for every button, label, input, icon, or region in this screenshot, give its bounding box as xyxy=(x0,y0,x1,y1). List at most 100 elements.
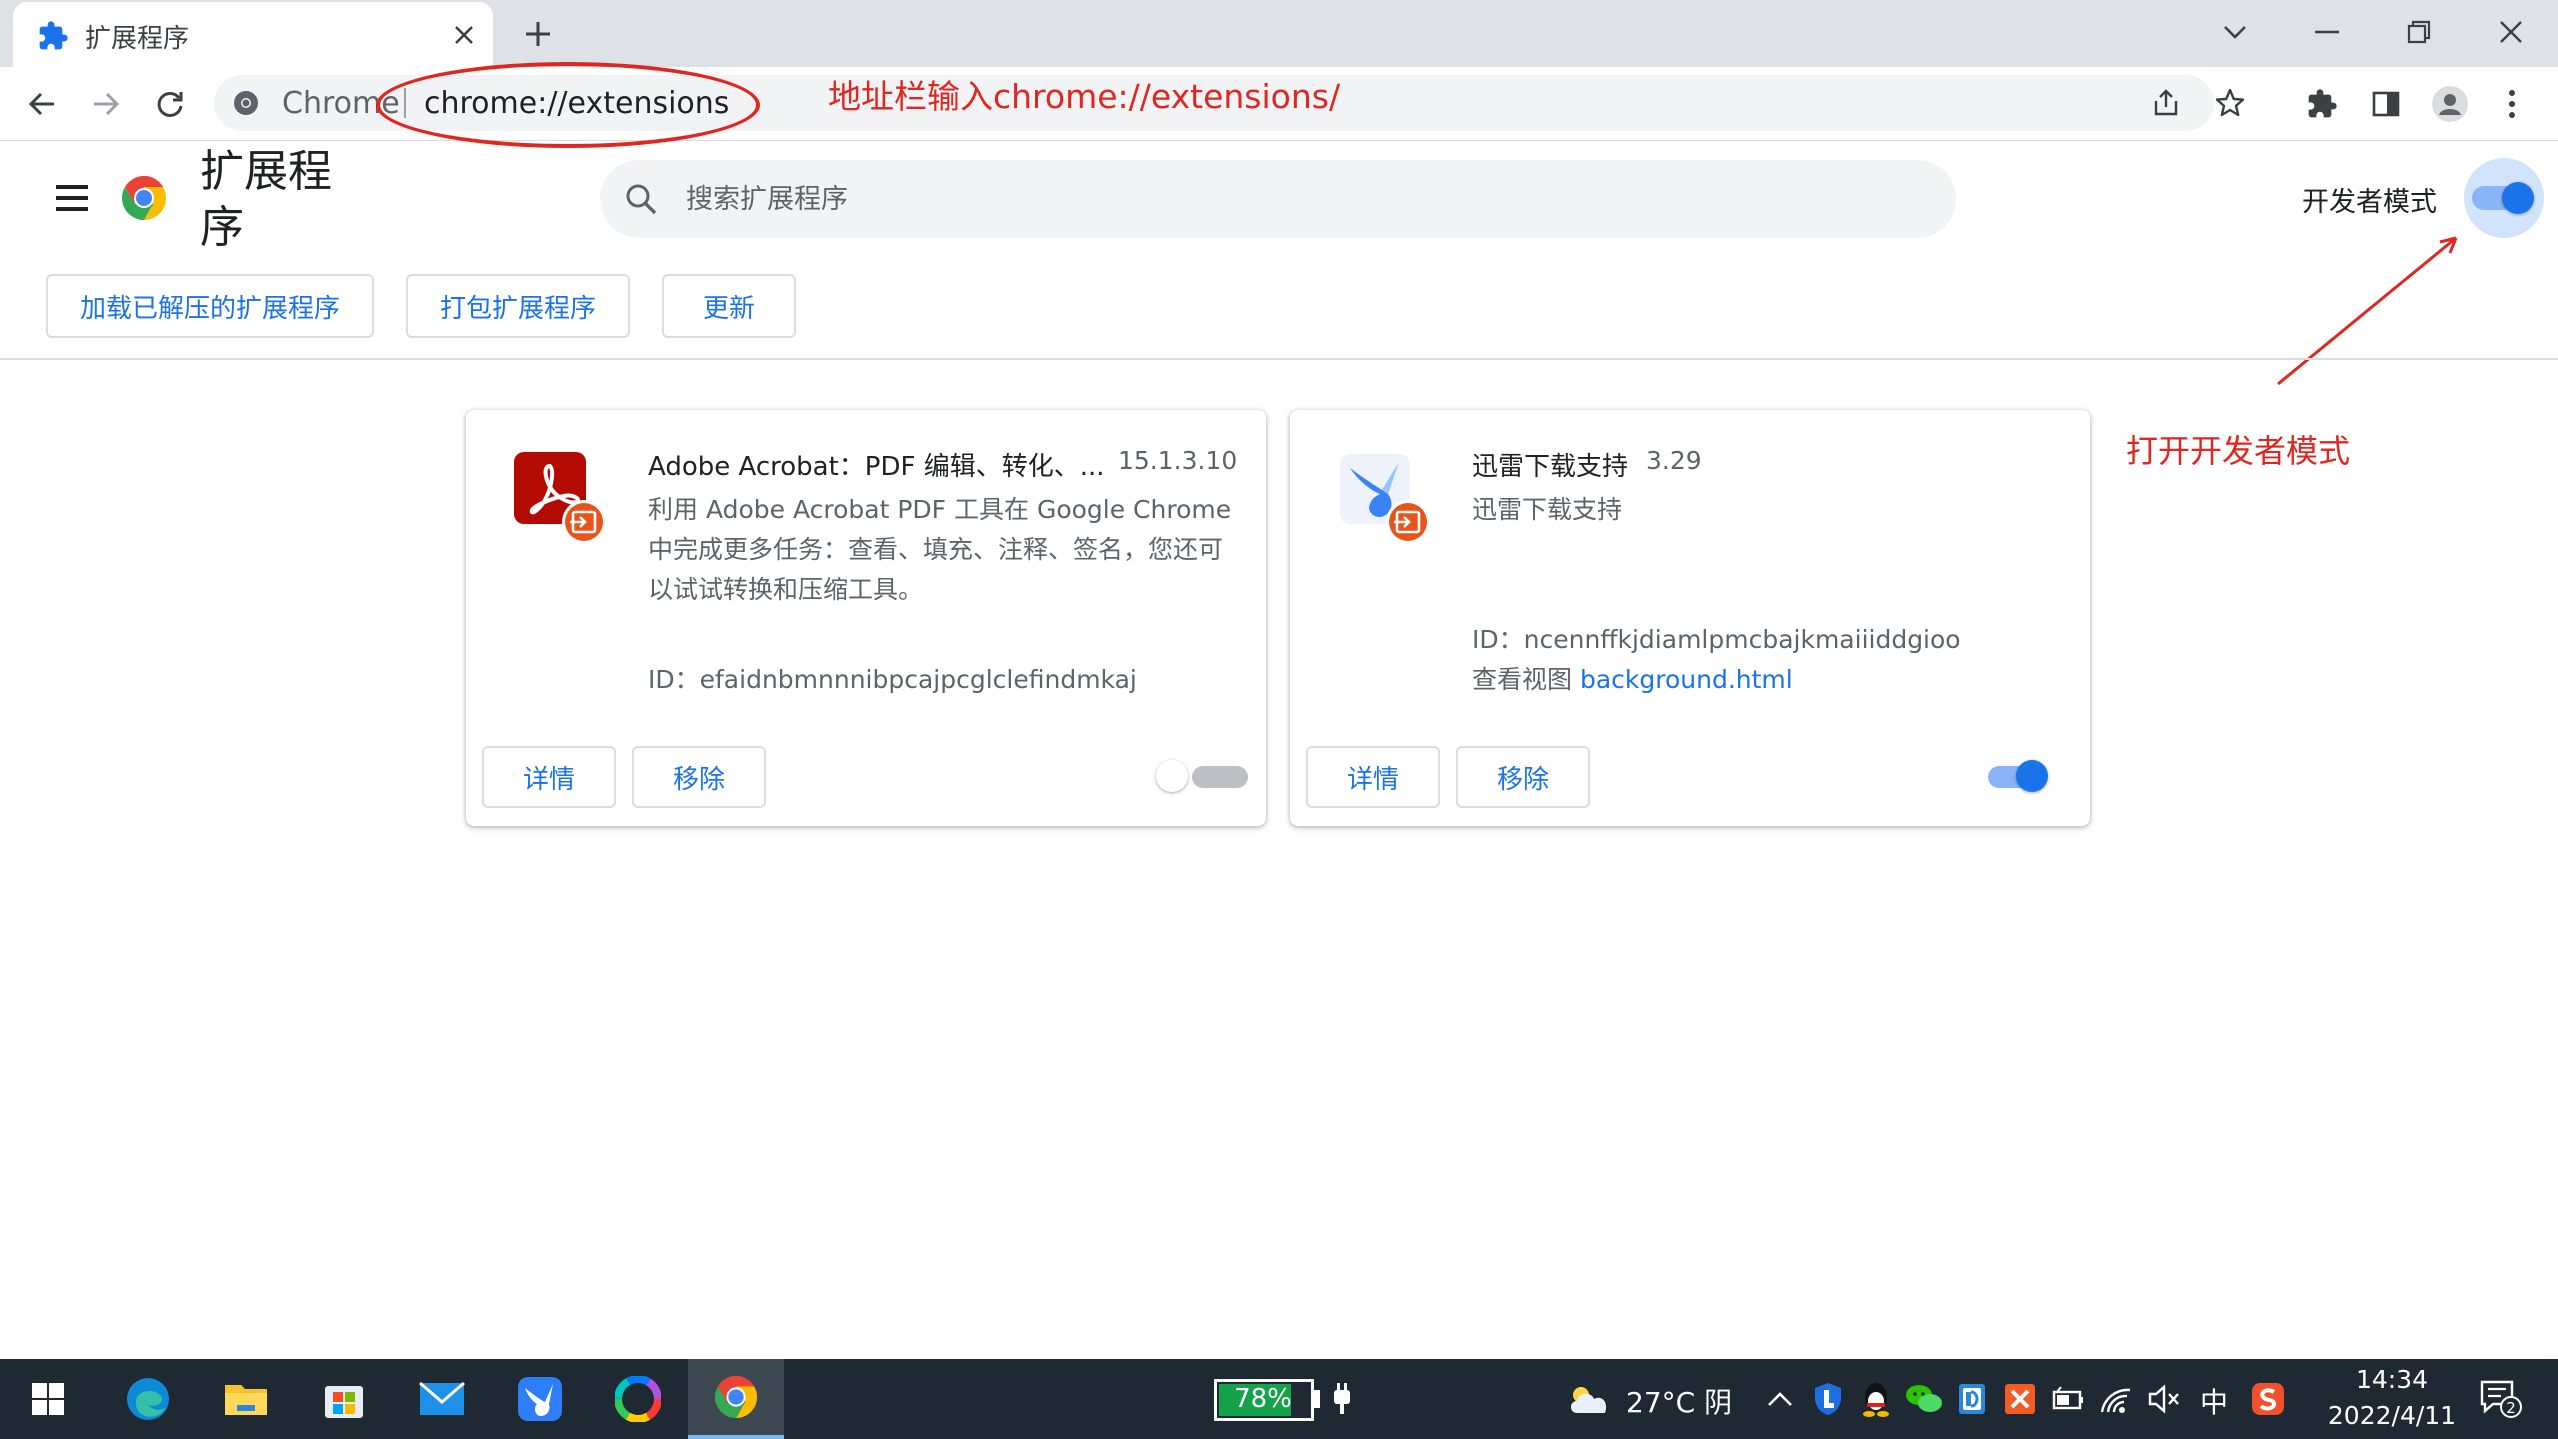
xunlei-bird-icon xyxy=(1340,454,1430,544)
tab-search-button[interactable] xyxy=(2190,6,2280,58)
acrobat-icon xyxy=(514,452,606,544)
taskbar-edge[interactable] xyxy=(100,1359,196,1439)
extension-description: 利用 Adobe Acrobat PDF 工具在 Google Chrome 中… xyxy=(648,495,1232,604)
load-unpacked-button[interactable]: 加载已解压的扩展程序 xyxy=(46,274,374,338)
extension-name: Adobe Acrobat：PDF 编辑、转化、... xyxy=(648,452,1105,482)
side-panel-icon xyxy=(2372,91,2400,117)
tray-xmind-icon[interactable] xyxy=(2000,1379,2040,1419)
side-panel-button[interactable] xyxy=(2362,80,2410,128)
mail-icon xyxy=(419,1382,465,1415)
plus-icon xyxy=(526,22,550,46)
tray-power-icon[interactable] xyxy=(2048,1379,2088,1419)
start-button[interactable] xyxy=(0,1359,96,1439)
taskbar-color-app[interactable] xyxy=(590,1359,686,1439)
extension-id: ID：efaidnbmnnnibpcajpcglclefindmkaj xyxy=(648,665,1137,694)
search-input[interactable] xyxy=(686,160,1886,238)
tray-wechat-icon[interactable] xyxy=(1904,1379,1944,1419)
restore-button[interactable] xyxy=(2374,6,2464,58)
close-window-button[interactable] xyxy=(2466,6,2556,58)
color-wheel-icon xyxy=(615,1376,661,1422)
back-arrow-icon xyxy=(28,92,54,116)
minimize-button[interactable] xyxy=(2282,6,2372,58)
remove-button[interactable]: 移除 xyxy=(632,746,766,808)
avatar-icon xyxy=(2432,86,2468,122)
windows-taskbar: 78% 27°C 阴 中 14:34 2022/4/11 2 xyxy=(0,1359,2558,1439)
extension-id: ID：ncennffkjdiamlpmcbajkmaiiiddgioo xyxy=(1472,625,1961,654)
tab-title: 扩展程序 xyxy=(85,24,190,54)
tray-overflow-chevron[interactable] xyxy=(1760,1379,1800,1419)
close-icon xyxy=(455,26,473,44)
clock-date[interactable]: 2022/4/11 xyxy=(2310,1401,2474,1430)
forward-arrow-icon xyxy=(94,92,120,116)
folder-icon xyxy=(225,1385,267,1415)
tray-dingtalk-icon[interactable] xyxy=(1952,1379,1992,1419)
windows-logo-icon xyxy=(32,1383,64,1415)
toggle-knob xyxy=(2502,182,2534,214)
page-title: 扩展程序 xyxy=(200,146,332,253)
taskbar-chrome[interactable] xyxy=(688,1359,784,1439)
store-icon xyxy=(325,1386,363,1418)
tab-close-button[interactable] xyxy=(445,16,483,54)
close-icon xyxy=(2500,21,2522,43)
extension-card-acrobat: Adobe Acrobat：PDF 编辑、转化、... 15.1.3.10 利用… xyxy=(466,410,1266,826)
update-button[interactable]: 更新 xyxy=(662,274,796,338)
tray-sogou-icon[interactable] xyxy=(2248,1379,2288,1419)
taskbar-mail[interactable] xyxy=(394,1359,490,1439)
hamburger-menu-icon[interactable] xyxy=(52,182,92,214)
screen: 扩展程序 Chrome chrome://extensions 地址栏输入chr… xyxy=(0,0,2558,1439)
pack-extension-button[interactable]: 打包扩展程序 xyxy=(406,274,630,338)
edge-icon xyxy=(127,1378,169,1420)
chevron-down-icon xyxy=(2224,26,2246,39)
search-box[interactable] xyxy=(600,160,1956,238)
chrome-icon xyxy=(714,1375,758,1419)
tray-security-icon[interactable] xyxy=(1808,1379,1848,1419)
toggle-knob xyxy=(2016,760,2048,792)
puzzle-icon xyxy=(2308,89,2337,118)
tray-wifi-icon[interactable] xyxy=(2096,1379,2136,1419)
annotation-devmode-hint: 打开开发者模式 xyxy=(2126,432,2351,470)
battery-indicator[interactable]: 78% xyxy=(1214,1379,1314,1421)
tray-qq-icon[interactable] xyxy=(1856,1379,1896,1419)
charging-plug-icon xyxy=(1322,1379,1362,1419)
extension-name: 迅雷下载支持 xyxy=(1472,452,1629,482)
tray-volume-muted-icon[interactable] xyxy=(2144,1379,2184,1419)
reload-button[interactable] xyxy=(146,80,194,128)
extension-description: 迅雷下载支持 xyxy=(1472,495,1623,524)
extension-card-xunlei: 迅雷下载支持 3.29 迅雷下载支持 ID：ncennffkjdiamlpmcb… xyxy=(1290,410,2090,826)
tab-extensions[interactable]: 扩展程序 xyxy=(13,2,493,67)
details-button[interactable]: 详情 xyxy=(482,746,616,808)
ime-indicator[interactable]: 中 xyxy=(2200,1381,2228,1421)
taskbar-store[interactable] xyxy=(296,1359,392,1439)
clock-time[interactable]: 14:34 xyxy=(2340,1365,2444,1394)
restore-icon xyxy=(2407,20,2431,44)
weather-cloud-icon[interactable] xyxy=(1564,1379,1614,1419)
bookmark-star-icon[interactable] xyxy=(2214,87,2246,119)
background-page-link[interactable]: background.html xyxy=(1580,665,1793,694)
notification-icon: 2 xyxy=(2480,1380,2522,1418)
new-tab-button[interactable] xyxy=(517,13,559,55)
taskbar-xunlei[interactable] xyxy=(492,1359,588,1439)
details-button[interactable]: 详情 xyxy=(1306,746,1440,808)
xunlei-icon xyxy=(518,1377,562,1421)
extensions-menu-button[interactable] xyxy=(2298,80,2346,128)
notification-count: 2 xyxy=(2506,1399,2516,1417)
header-divider xyxy=(0,358,2558,360)
notification-center-button[interactable]: 2 xyxy=(2476,1379,2526,1419)
weather-text[interactable]: 27°C 阴 xyxy=(1626,1381,1732,1421)
annotation-ellipse xyxy=(376,62,760,148)
toggle-knob xyxy=(1156,760,1188,792)
annotation-arrow xyxy=(2277,236,2458,386)
inspect-views-row: 查看视图 background.html xyxy=(1472,660,1793,696)
forward-button[interactable] xyxy=(82,80,130,128)
developer-mode-label: 开发者模式 xyxy=(2302,187,2437,218)
chrome-page-icon xyxy=(234,91,258,115)
profile-button[interactable] xyxy=(2426,80,2474,128)
taskbar-file-explorer[interactable] xyxy=(198,1359,294,1439)
battery-percent: 78% xyxy=(1234,1384,1292,1414)
chrome-menu-button[interactable] xyxy=(2488,80,2536,128)
remove-button[interactable]: 移除 xyxy=(1456,746,1590,808)
share-icon[interactable] xyxy=(2150,87,2182,119)
annotation-address-hint: 地址栏输入chrome://extensions/ xyxy=(828,77,1341,116)
back-button[interactable] xyxy=(18,80,66,128)
inspect-views-label: 查看视图 xyxy=(1472,665,1573,694)
